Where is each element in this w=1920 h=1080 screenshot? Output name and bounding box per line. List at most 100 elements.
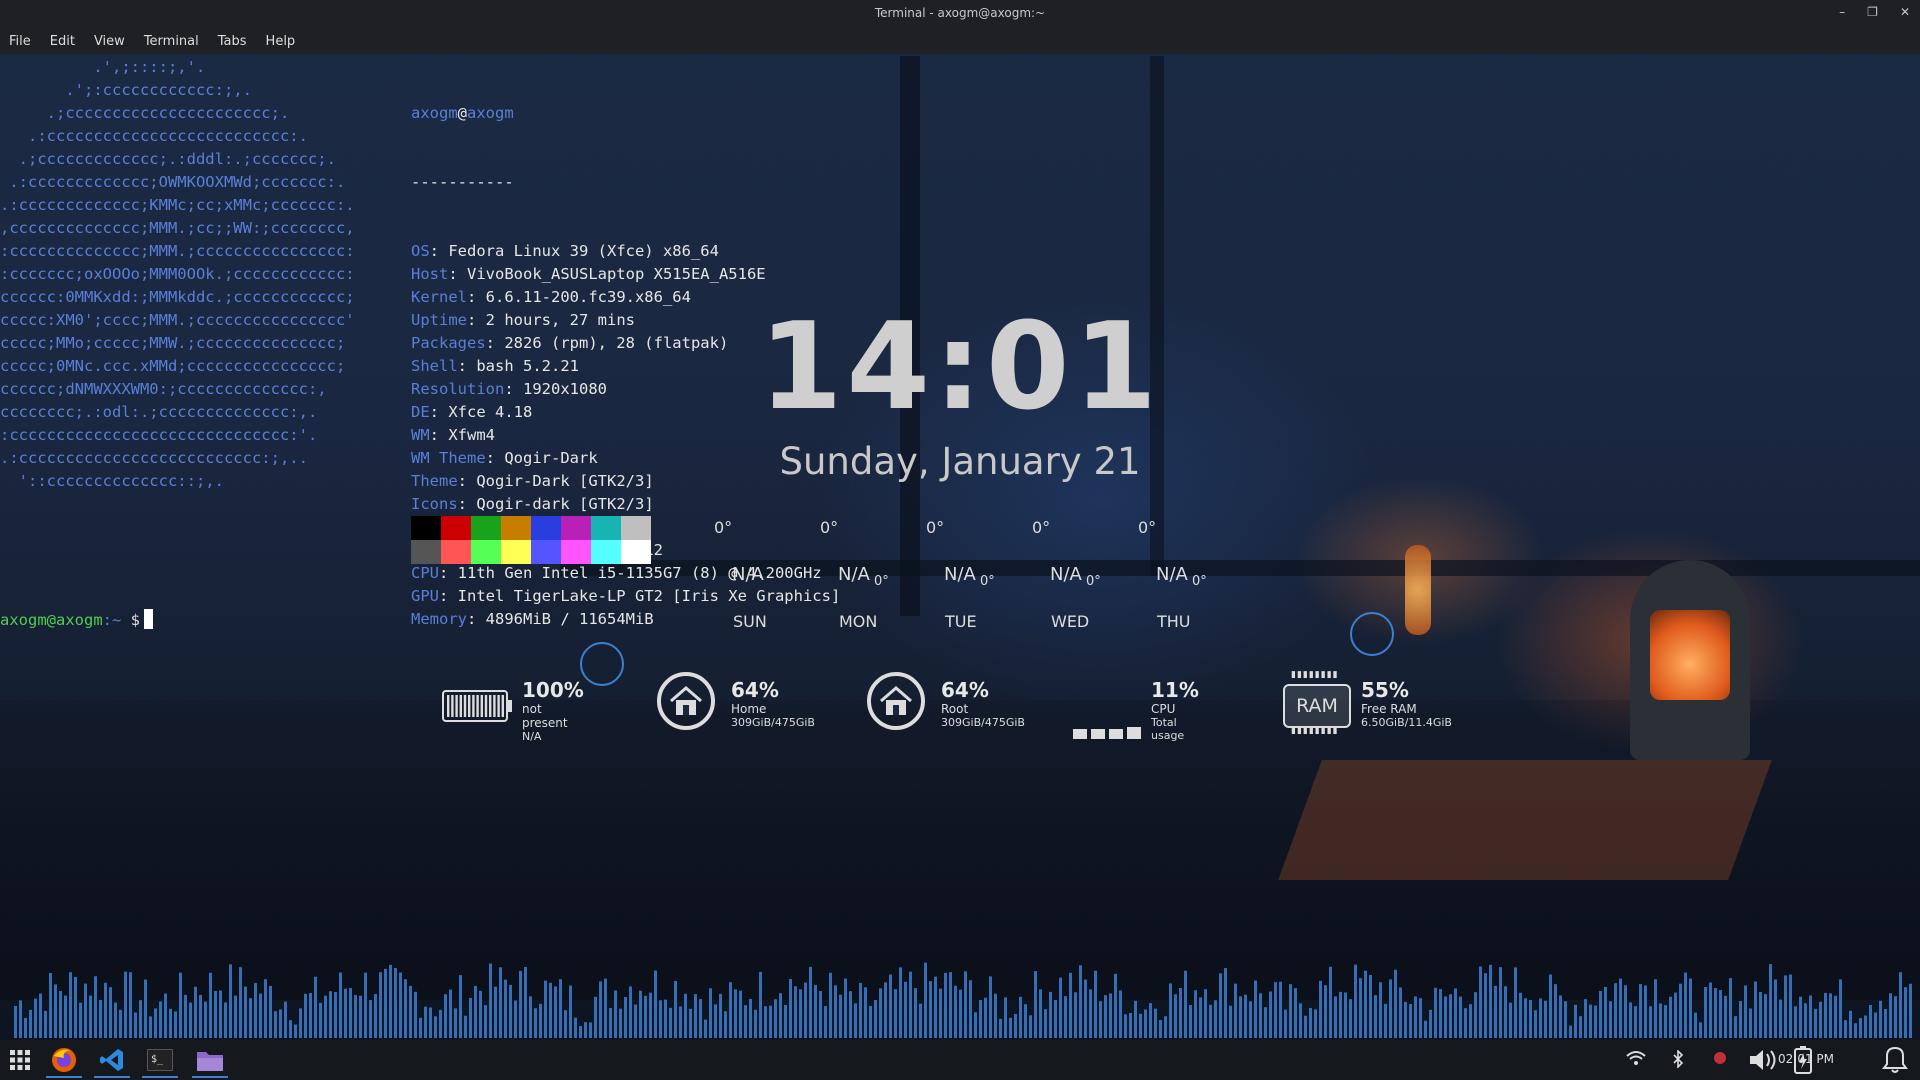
visualizer-bar [759,971,762,1038]
visualizer-bar [629,986,632,1038]
visualizer-bar [584,1022,587,1038]
visualizer-bar [1894,996,1897,1038]
visualizer-bar [1604,986,1607,1038]
visualizer-bar [829,972,832,1038]
ascii-line: .',;::::;,'. [0,58,206,76]
visualizer-bar [1364,970,1367,1038]
cpu-usage-label: Total usage [1151,716,1185,742]
info-row: Memory: 4896MiB / 11654MiB [411,610,654,628]
info-row: Icons: Qogir-dark [GTK2/3] [411,495,654,513]
visualizer-bar [1034,971,1037,1038]
visualizer-bar [1014,1013,1017,1038]
window-titlebar[interactable]: Terminal - axogm@axogm:~ – ❐ ✕ [0,0,1920,29]
visualizer-bar [269,985,272,1038]
visualizer-bar [464,1015,467,1038]
visualizer-bar [804,982,807,1038]
palette-swatch [411,516,441,540]
visualizer-bar [1904,987,1907,1038]
apps-grid-icon[interactable] [2,1044,38,1076]
visualizer-bar [1764,994,1767,1038]
visualizer-bar [999,1018,1002,1038]
visualizer-bar [1739,1001,1742,1038]
visualizer-bar [1349,999,1352,1038]
visualizer-bar [1334,996,1337,1038]
files-icon[interactable] [192,1044,228,1078]
weather-temp: 0° [820,518,839,537]
close-button[interactable]: ✕ [1900,5,1910,19]
visualizer-bar [894,989,897,1038]
home-icon [867,672,925,730]
visualizer-bar [1029,1015,1032,1038]
visualizer-bar [1804,1003,1807,1038]
shell-prompt[interactable]: axogm@axogm:~ $ [0,609,154,632]
vscode-icon[interactable] [94,1044,130,1078]
firefox-icon[interactable] [46,1044,82,1078]
visualizer-bar [24,1017,27,1038]
prompt-symbol [121,611,130,629]
wallpaper-ring [1350,612,1394,656]
minimize-button[interactable]: – [1839,5,1845,19]
visualizer-bar [1664,1005,1667,1038]
notification-icon[interactable] [1880,1044,1910,1080]
visualizer-bar [534,1008,537,1038]
menu-file[interactable]: File [9,34,31,49]
terminal-icon[interactable]: $_ [142,1044,178,1078]
maximize-button[interactable]: ❐ [1867,5,1878,19]
weather-temp: 0° [1138,518,1157,537]
visualizer-bar [964,971,967,1038]
visualizer-bar [709,988,712,1038]
menu-tabs[interactable]: Tabs [218,34,247,49]
ram-icon: RAM [1283,684,1351,728]
visualizer-bar [169,1008,172,1038]
volume-icon[interactable] [1748,1046,1782,1078]
visualizer-bar [314,976,317,1038]
clock-time-tray[interactable]: 02:01 PM [1778,1052,1834,1066]
visualizer-bar [139,1000,142,1038]
cpu-label: CPU [1151,702,1176,716]
palette-swatch [441,516,471,540]
info-value: 11th Gen Intel i5-1135G7 (8) @ 4.200GHz [457,564,822,582]
wallpaper-stove [1630,560,1750,760]
record-icon[interactable] [1713,1050,1727,1069]
menu-help[interactable]: Help [266,34,296,49]
visualizer-bar [1499,967,1502,1038]
visualizer-bar [1619,978,1622,1038]
visualizer-bar [654,970,657,1038]
visualizer-bar [1644,985,1647,1038]
visualizer-bar [239,967,242,1038]
visualizer-bar [979,999,982,1038]
weather-day: THU [1157,612,1191,631]
bluetooth-icon[interactable] [1672,1049,1684,1072]
visualizer-bar [1159,1020,1162,1038]
visualizer-bar [1829,993,1832,1038]
visualizer-bar [1009,1017,1012,1038]
visualizer-bar [449,989,452,1038]
visualizer-bar [1209,1004,1212,1038]
menu-terminal[interactable]: Terminal [144,34,199,49]
visualizer-bar [1354,964,1357,1038]
visualizer-bar [1504,986,1507,1038]
visualizer-bar [1139,1013,1142,1038]
visualizer-bar [1264,1007,1267,1038]
visualizer-bar [379,972,382,1038]
visualizer-bar [1579,1016,1582,1038]
visualizer-bar [814,984,817,1038]
menu-view[interactable]: View [94,34,125,49]
visualizer-bar [554,986,557,1038]
visualizer-bar [779,993,782,1038]
visualizer-bar [89,995,92,1038]
visualizer-bar [1379,982,1382,1038]
visualizer-bar [634,1004,637,1038]
visualizer-bar [1704,986,1707,1038]
visualizer-bar [114,1002,117,1038]
visualizer-bar [1569,1025,1572,1038]
battery-icon [442,690,512,722]
menu-edit[interactable]: Edit [50,34,75,49]
visualizer-bar [104,982,107,1038]
visualizer-bar [1004,997,1007,1038]
visualizer-bar [304,993,307,1038]
wifi-icon[interactable] [1626,1050,1646,1070]
visualizer-bar [1149,1003,1152,1038]
weather-condition: N/A [732,564,764,585]
battery-bar [497,695,500,717]
